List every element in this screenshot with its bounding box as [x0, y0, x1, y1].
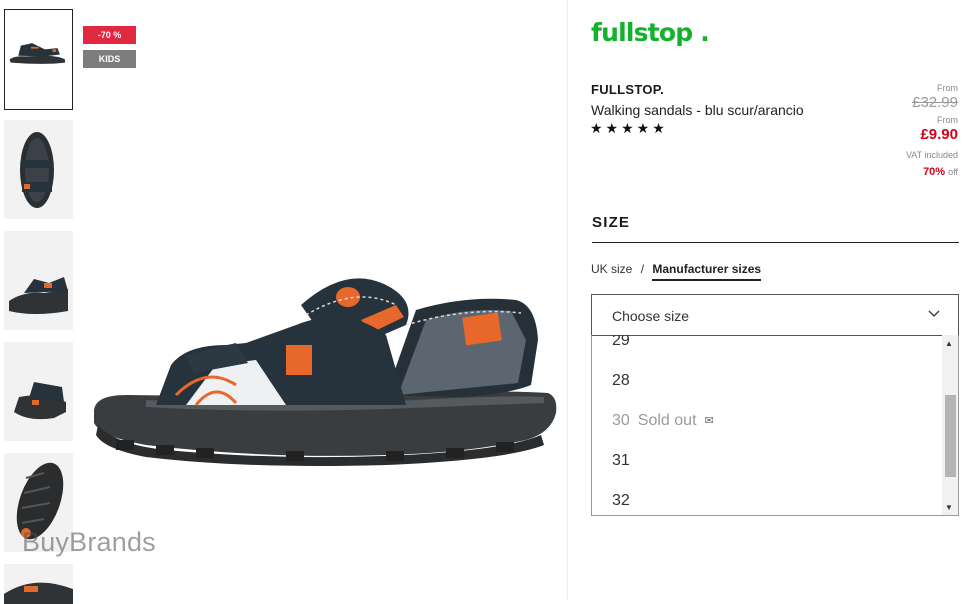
size-option[interactable]: 28: [612, 372, 630, 390]
size-select[interactable]: Choose size: [591, 294, 959, 336]
scroll-down-arrow-icon[interactable]: ▼: [945, 503, 953, 512]
tab-separator: /: [640, 262, 645, 276]
panel-divider: [567, 0, 568, 601]
thumbnail-side-view[interactable]: [4, 9, 73, 110]
discount-off-label: off: [948, 167, 958, 177]
tab-manufacturer-sizes[interactable]: Manufacturer sizes: [652, 262, 762, 281]
vat-label: VAT included: [905, 150, 958, 160]
product-name: Walking sandals - blu scur/arancio: [591, 102, 804, 118]
watermark-text: BuyBrands: [22, 527, 156, 557]
thumbnail-detail-view[interactable]: [4, 564, 73, 604]
thumbnail-inner-view[interactable]: [4, 231, 73, 330]
kids-badge: KIDS: [83, 50, 136, 68]
sale-price: £9.90: [920, 126, 958, 143]
scroll-up-arrow-icon[interactable]: ▲: [945, 339, 953, 348]
size-option[interactable]: 31: [612, 452, 630, 470]
original-price: £32.99: [912, 94, 958, 111]
size-system-tabs: UK size / Manufacturer sizes: [591, 262, 762, 281]
size-option[interactable]: 32: [612, 492, 630, 510]
rating-stars[interactable]: ★★★★★: [590, 120, 668, 137]
tab-uk-size[interactable]: UK size: [591, 262, 632, 276]
envelope-icon[interactable]: ✉: [705, 414, 714, 427]
scrollbar-thumb[interactable]: [945, 395, 956, 477]
size-option-sold-out[interactable]: 30 Sold out ✉: [612, 412, 714, 430]
size-option[interactable]: 29: [612, 335, 630, 350]
from-label: From: [937, 115, 958, 125]
from-label: From: [937, 83, 958, 93]
sold-out-label: Sold out: [637, 412, 697, 429]
brand-name[interactable]: FULLSTOP.: [591, 82, 664, 97]
chevron-down-icon: [928, 307, 940, 321]
product-badges: -70 % KIDS: [83, 26, 136, 74]
size-select-value: Choose size: [612, 308, 690, 324]
size-heading: SIZE: [592, 214, 631, 231]
thumbnail-top-view[interactable]: [4, 120, 73, 219]
thumbnail-front-view[interactable]: [4, 342, 73, 441]
product-main-image[interactable]: [86, 245, 562, 473]
dropdown-scrollbar[interactable]: ▲ ▼: [942, 335, 958, 515]
discount-percent: 70% off: [906, 166, 958, 178]
price-box: From £32.99 From £9.90 VAT included 70% …: [906, 83, 958, 178]
size-divider: [592, 242, 959, 243]
size-dropdown-list[interactable]: 29 28 30 Sold out ✉ 31 32 ▲ ▼: [591, 335, 959, 516]
brand-logo[interactable]: fullstop .: [591, 18, 710, 47]
discount-badge: -70 %: [83, 26, 136, 44]
discount-value: 70%: [923, 166, 946, 178]
